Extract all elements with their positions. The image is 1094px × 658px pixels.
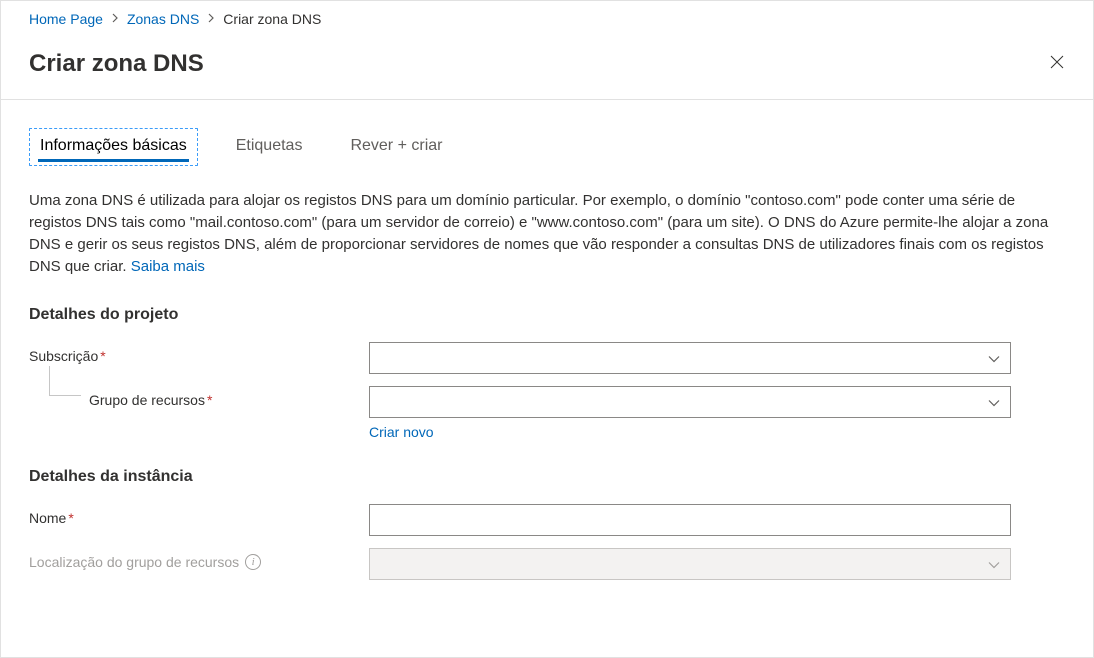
breadcrumb-zones[interactable]: Zonas DNS xyxy=(127,11,199,27)
project-details-title: Detalhes do projeto xyxy=(29,306,1065,324)
resource-group-row: Grupo de recursos* Criar novo xyxy=(29,386,1065,440)
close-icon xyxy=(1049,54,1065,70)
location-select xyxy=(369,548,1011,580)
chevron-down-icon xyxy=(988,394,1000,410)
tabs: Informações básicas Etiquetas Rever + cr… xyxy=(29,128,1065,166)
page-title: Criar zona DNS xyxy=(29,50,204,78)
subscription-row: Subscrição* xyxy=(29,342,1065,374)
breadcrumb-current: Criar zona DNS xyxy=(223,11,321,27)
location-row: Localização do grupo de recursos i xyxy=(29,548,1065,580)
name-row: Nome* xyxy=(29,504,1065,536)
tab-basics[interactable]: Informações básicas xyxy=(29,128,198,166)
tab-tags[interactable]: Etiquetas xyxy=(226,128,313,166)
breadcrumb: Home Page Zonas DNS Criar zona DNS xyxy=(1,1,1093,38)
subscription-select[interactable] xyxy=(369,342,1011,374)
tree-line-icon xyxy=(49,366,81,396)
create-new-link[interactable]: Criar novo xyxy=(369,424,434,440)
subscription-label: Subscrição* xyxy=(29,342,369,364)
chevron-right-icon xyxy=(207,12,215,26)
chevron-down-icon xyxy=(988,556,1000,572)
name-label: Nome* xyxy=(29,504,369,526)
name-input[interactable] xyxy=(369,504,1011,536)
instance-details-section: Detalhes da instância Nome* Localização … xyxy=(29,468,1065,580)
tab-review[interactable]: Rever + criar xyxy=(340,128,452,166)
project-details-section: Detalhes do projeto Subscrição* Grupo de… xyxy=(29,306,1065,440)
location-label: Localização do grupo de recursos i xyxy=(29,548,369,570)
resource-group-select[interactable] xyxy=(369,386,1011,418)
chevron-down-icon xyxy=(988,350,1000,366)
chevron-right-icon xyxy=(111,12,119,26)
breadcrumb-home[interactable]: Home Page xyxy=(29,11,103,27)
close-button[interactable] xyxy=(1041,46,1073,81)
main-content: Informações básicas Etiquetas Rever + cr… xyxy=(1,100,1093,636)
resource-group-label: Grupo de recursos* xyxy=(29,386,369,408)
description: Uma zona DNS é utilizada para alojar os … xyxy=(29,190,1065,278)
learn-more-link[interactable]: Saiba mais xyxy=(131,258,205,275)
title-bar: Criar zona DNS xyxy=(1,38,1093,99)
info-icon[interactable]: i xyxy=(245,554,261,570)
instance-details-title: Detalhes da instância xyxy=(29,468,1065,486)
